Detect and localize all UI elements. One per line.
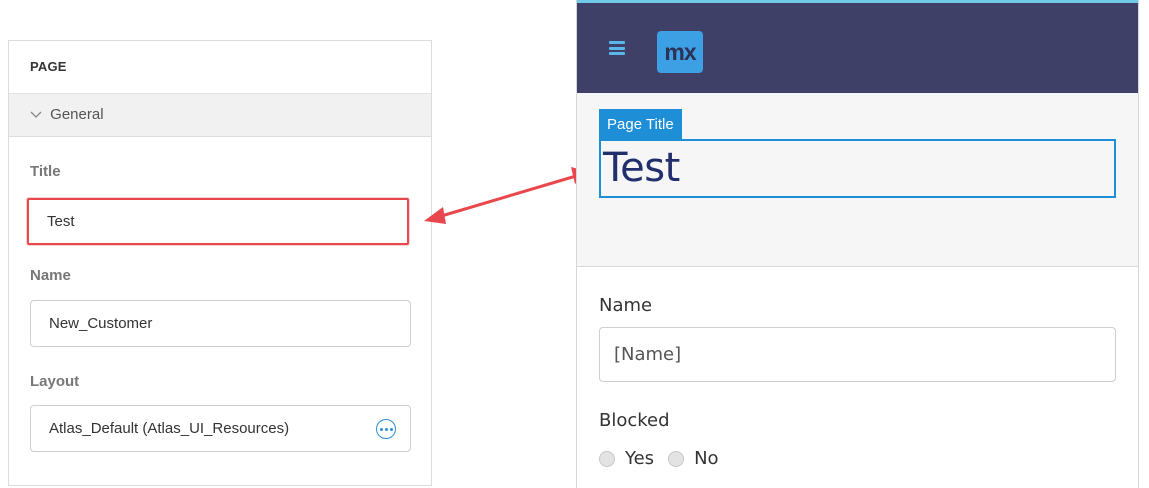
radio-yes-label: Yes [625,448,655,469]
page-title-tag: Page Title [599,109,682,140]
hamburger-menu-icon[interactable] [609,41,625,55]
blocked-radio-group: Yes No [599,448,733,469]
blocked-label: Blocked [599,410,670,431]
page-title-box[interactable]: Test [599,139,1116,198]
page-title: Test [603,145,680,191]
radio-no[interactable] [668,450,685,467]
radio-yes[interactable] [599,450,615,467]
mendix-logo: mx [657,31,703,73]
name-label: Name [599,295,653,316]
app-preview: mx Page Title Test Name [Name] Blocked Y… [576,0,1139,488]
radio-no-label: No [694,448,719,469]
name-input[interactable]: [Name] [599,327,1116,382]
top-navbar: mx [577,0,1138,93]
page-title-area: Page Title Test [577,93,1138,267]
